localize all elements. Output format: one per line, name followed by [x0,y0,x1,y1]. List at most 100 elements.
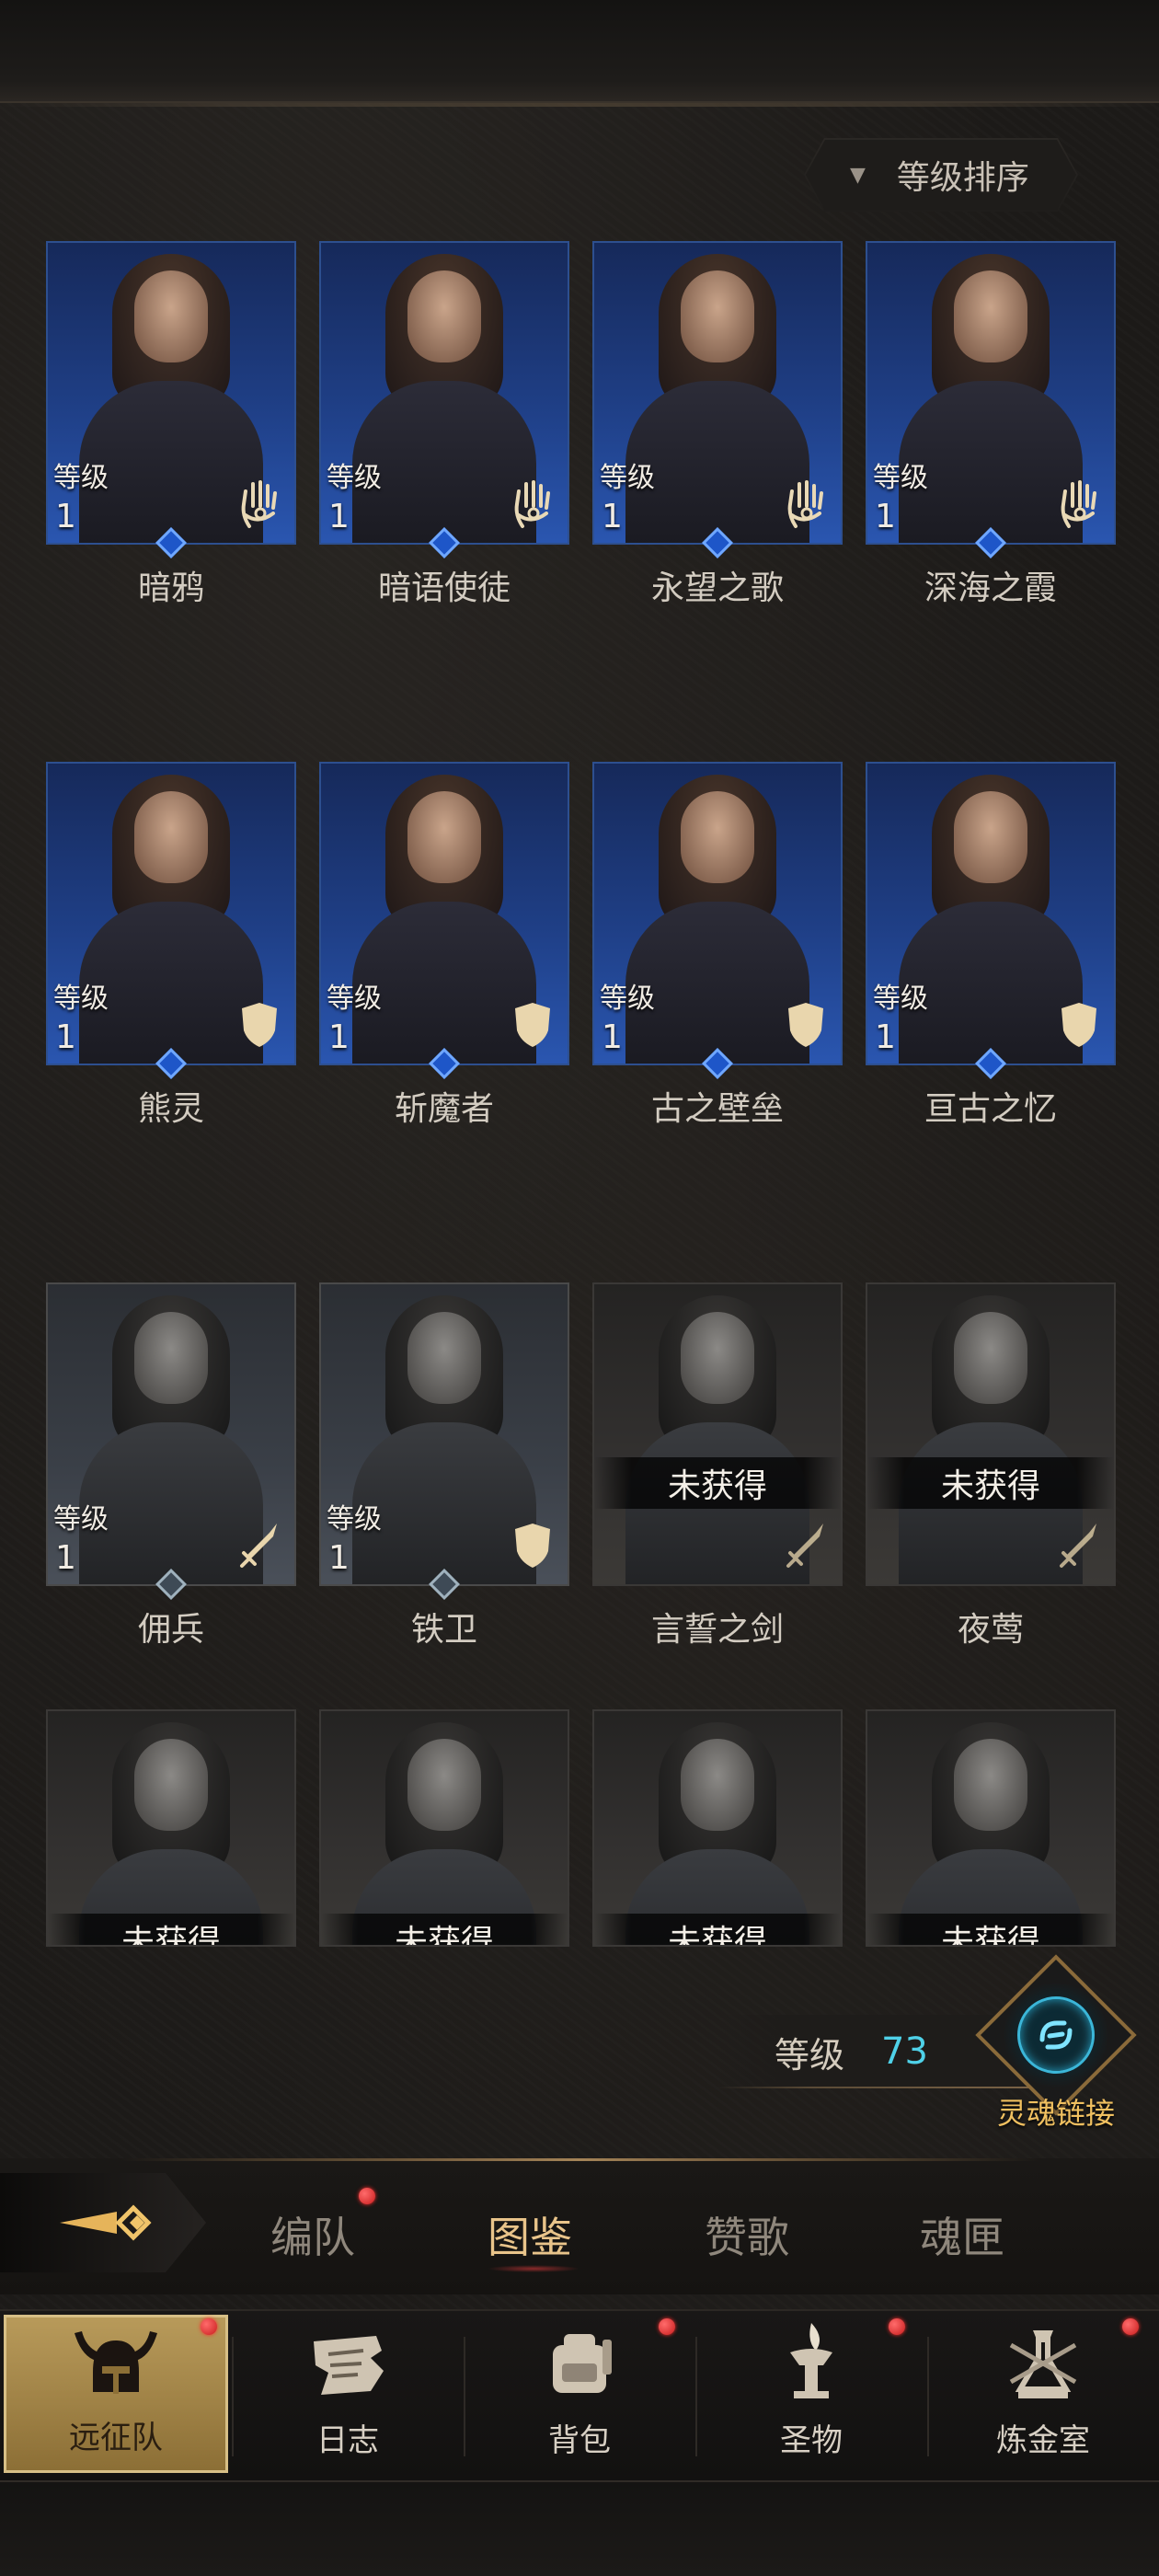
hero-portrait-frame: 等级 1 [866,762,1116,1065]
nav-backpack[interactable]: 背包 [467,2315,692,2473]
hero-portrait-frame: 未获得 [592,1282,843,1586]
hero-level-value: 1 [55,1539,76,1577]
hero-card[interactable]: 未获得 [592,1709,843,1947]
hero-level-value: 1 [328,1539,350,1577]
back-arrow-icon [60,2204,152,2241]
hero-name: 夜莺 [957,1611,1024,1649]
hero-portrait-frame: 等级 1 [866,241,1116,545]
hero-level-label: 等级 [600,983,655,1015]
torch-icon [761,2317,862,2409]
viking-helmet-icon [65,2315,166,2407]
hand-icon [507,477,558,532]
sort-button[interactable]: ▼ 等级排序 [804,138,1078,212]
nav-log[interactable]: 日志 [235,2315,460,2473]
tab-soul-box[interactable]: 魂匣 [920,2204,1004,2265]
nav-alchemy[interactable]: 炼金室 [931,2315,1155,2473]
not-obtained-label: 未获得 [594,1914,841,1945]
hero-level-value: 1 [602,498,623,535]
hero-card[interactable]: 等级 1 深海之霞 [866,241,1116,607]
not-obtained-label: 未获得 [594,1457,841,1509]
hero-portrait-frame: 等级 1 [319,762,569,1065]
nav-relic-badge [889,2318,905,2335]
hand-icon [780,477,832,532]
alchemy-icon [993,2317,1094,2409]
hero-name: 古之壁垒 [650,1090,784,1128]
hero-name: 亘古之忆 [924,1090,1057,1128]
hero-portrait-frame: 等级 1 [592,241,843,545]
bottom-banner [0,2480,1159,2576]
hero-card[interactable]: 等级 1 暗语使徒 [319,241,569,607]
soul-link-icon [1017,1996,1095,2074]
hero-portrait-frame: 等级 1 [319,1282,569,1586]
hero-name: 永望之歌 [650,569,784,607]
backpack-icon [529,2317,630,2409]
hero-card[interactable]: 等级 1 铁卫 [319,1282,569,1649]
hero-level-label: 等级 [873,983,928,1015]
shield-icon [507,997,558,1052]
hero-level-value: 1 [328,498,350,535]
nav-relic-label: 圣物 [780,2422,843,2459]
hero-name: 佣兵 [137,1611,204,1649]
player-level-value: 73 [881,2030,928,2073]
nav-expedition[interactable]: 远征队 [4,2315,228,2473]
nav-divider [232,2337,234,2456]
not-obtained-label: 未获得 [321,1914,568,1945]
hero-card[interactable]: 等级 1 斩魔者 [319,762,569,1128]
nav-alchemy-badge [1122,2318,1139,2335]
hero-portrait-frame: 未获得 [866,1282,1116,1586]
active-tab-indicator [488,2265,580,2272]
hero-card[interactable]: 等级 1 暗鸦 [46,241,296,607]
nav-log-label: 日志 [316,2422,379,2459]
scroll-icon [297,2317,398,2409]
hero-card[interactable]: 等级 1 亘古之忆 [866,762,1116,1128]
hero-name: 言誓之剑 [650,1611,784,1649]
hero-card[interactable]: 未获得 夜莺 [866,1282,1116,1649]
tab-formation-badge [359,2188,375,2204]
hero-level-value: 1 [602,1018,623,1056]
hero-card[interactable]: 未获得 [46,1709,296,1947]
hand-icon [1053,477,1105,532]
hero-name: 斩魔者 [394,1090,494,1128]
soul-link-button[interactable]: 灵魂链接 [973,1954,1139,2134]
hero-card[interactable]: 等级 1 永望之歌 [592,241,843,607]
hero-name: 暗鸦 [137,569,204,607]
hero-card[interactable]: 未获得 [319,1709,569,1947]
nav-backpack-badge [659,2318,675,2335]
hero-level-label: 等级 [600,462,655,494]
hero-name: 暗语使徒 [377,569,511,607]
tab-formation[interactable]: 编队 [270,2204,355,2265]
not-obtained-label: 未获得 [867,1457,1114,1509]
hero-level-label: 等级 [327,462,382,494]
hero-level-value: 1 [328,1018,350,1056]
sword-icon [1053,1518,1105,1573]
hero-card[interactable]: 等级 1 古之壁垒 [592,762,843,1128]
hero-portrait-frame: 等级 1 [46,1282,296,1586]
hero-level-label: 等级 [53,1503,109,1535]
hero-card[interactable]: 未获得 [866,1709,1116,1947]
hero-level-value: 1 [55,1018,76,1056]
shield-icon [1053,997,1105,1052]
tab-codex[interactable]: 图鉴 [488,2204,572,2265]
hero-card[interactable]: 未获得 言誓之剑 [592,1282,843,1649]
sword-icon [780,1518,832,1573]
nav-expedition-badge [201,2318,217,2335]
nav-relic[interactable]: 圣物 [699,2315,924,2473]
hero-card[interactable]: 等级 1 熊灵 [46,762,296,1128]
hero-portrait-frame: 等级 1 [46,241,296,545]
hero-portrait-frame: 未获得 [592,1709,843,1947]
tab-anthem[interactable]: 赞歌 [705,2204,789,2265]
hero-portrait-frame: 等级 1 [592,762,843,1065]
top-banner [0,0,1159,107]
nav-alchemy-label: 炼金室 [996,2422,1090,2459]
hero-card[interactable]: 等级 1 佣兵 [46,1282,296,1649]
player-level-label: 等级 [775,2034,845,2076]
hero-portrait-frame: 未获得 [46,1709,296,1947]
hero-level-label: 等级 [53,983,109,1015]
hero-portrait-frame: 等级 1 [46,762,296,1065]
hero-level-label: 等级 [327,983,382,1015]
hero-level-value: 1 [875,1018,896,1056]
hero-level-label: 等级 [327,1503,382,1535]
back-button[interactable] [0,2173,206,2272]
nav-expedition-label: 远征队 [69,2420,163,2456]
dropdown-arrow-icon: ▼ [850,163,866,187]
